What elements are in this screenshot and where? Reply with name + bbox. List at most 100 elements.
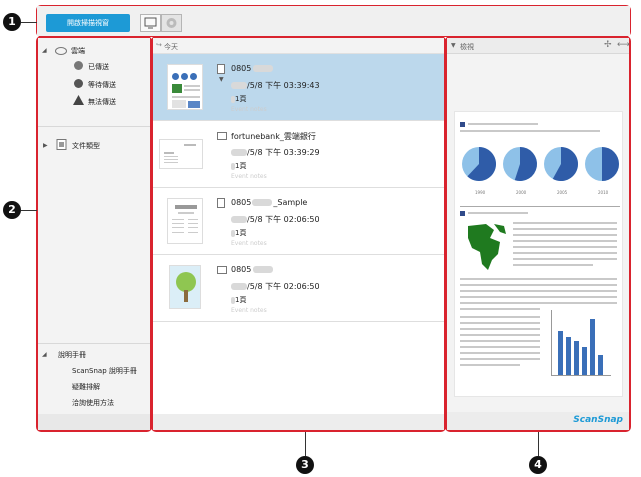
callout-3: 3 — [296, 456, 314, 474]
callout-2: 2 — [3, 201, 21, 219]
help-link-contact[interactable]: 洽詢使用方法 — [72, 398, 114, 408]
file-name: 0805 _Sample — [231, 198, 307, 207]
image-file-icon — [217, 266, 227, 274]
file-row[interactable]: 0805 /5/8 下午 02:06:50 1頁 Event notes — [153, 255, 444, 322]
file-note: Event notes — [231, 173, 267, 180]
callout-3-line — [305, 432, 306, 456]
callout-4-line — [538, 432, 539, 456]
nav-footer — [38, 414, 150, 430]
file-row[interactable]: 0805 _Sample /5/8 下午 02:06:50 1頁 Event no… — [153, 188, 444, 255]
file-thumbnail — [167, 198, 203, 244]
pdf-file-icon — [217, 198, 225, 208]
cloud-icon — [166, 18, 177, 28]
pie-label: 2005 — [557, 190, 568, 195]
page-count-text: 1頁 — [235, 296, 247, 304]
pie-slice-dark — [602, 147, 619, 181]
nav-sent[interactable]: 已傳送 — [88, 62, 109, 72]
file-thumbnail — [159, 139, 203, 169]
monitor-icon — [144, 17, 157, 29]
file-date-text: /5/8 下午 02:06:50 — [247, 282, 320, 291]
cloud-view-button[interactable] — [161, 14, 182, 32]
file-date: /5/8 下午 03:39:29 — [231, 147, 320, 158]
help-link-manual[interactable]: ScanSnap 說明手冊 — [72, 366, 137, 376]
page-count-text: 1頁 — [235, 95, 247, 103]
file-name: 0805 — [231, 265, 274, 274]
callout-1-line — [21, 22, 37, 23]
preview-title: 檢視 — [460, 43, 474, 51]
nav-cloud[interactable]: 雲端 — [71, 46, 85, 56]
file-row[interactable]: fortunebank_雲端銀行 /5/8 下午 03:39:29 1頁 Eve… — [153, 121, 444, 188]
pie-label: 2010 — [598, 190, 609, 195]
callout-1: 1 — [3, 13, 21, 31]
file-name: fortunebank_雲端銀行 — [231, 132, 316, 141]
scansnap-logo: ScanSnap — [573, 415, 623, 425]
file-date: /5/8 下午 03:39:43 — [231, 80, 320, 91]
world-map-icon — [468, 224, 506, 270]
document-types-icon — [56, 139, 67, 150]
file-note: Event notes — [231, 307, 267, 314]
file-thumbnail — [169, 265, 201, 309]
document-preview: 1990 2000 2005 2010 — [454, 111, 623, 397]
bar-chart — [551, 310, 611, 376]
list-group-header: ↪ 今天 — [153, 38, 444, 54]
pie-label: 1990 — [475, 190, 486, 195]
file-note: Event notes — [231, 106, 267, 113]
cloud-folder-icon — [55, 47, 67, 55]
file-thumbnail — [167, 64, 203, 110]
group-arrow-icon: ↪ — [156, 41, 162, 49]
file-note: Event notes — [231, 240, 267, 247]
preview-footer: ScanSnap — [447, 412, 629, 430]
status-arrow-icon: ▼ — [219, 76, 224, 83]
pie-label: 2000 — [516, 190, 527, 195]
file-name-text: 0805 — [231, 64, 252, 73]
preview-collapse-icon[interactable]: ▼ — [451, 42, 456, 49]
navigation-pane: ◢ 雲端 已傳送 等待傳送 無法傳送 ▶ 文件類型 ◢ 說明手冊 ScanSna… — [38, 38, 150, 430]
page-count: 1頁 — [231, 161, 246, 171]
pdf-file-icon — [217, 64, 225, 74]
collapse-cloud-icon[interactable]: ◢ — [42, 47, 47, 54]
page-count-text: 1頁 — [235, 162, 247, 170]
file-date-text: /5/8 下午 02:06:50 — [247, 215, 320, 224]
preview-pane: ▼ 檢視 ✢ ⟷ 1990 2000 2005 2010 ScanSnap — [447, 38, 630, 430]
file-date: /5/8 下午 02:06:50 — [231, 281, 320, 292]
sent-icon — [74, 61, 83, 70]
file-name-text: 0805 — [231, 198, 252, 207]
nav-help[interactable]: 說明手冊 — [58, 350, 86, 360]
page-count-text: 1頁 — [235, 229, 247, 237]
waiting-icon — [74, 79, 83, 88]
list-footer — [153, 414, 444, 430]
file-date-text: /5/8 下午 03:39:29 — [247, 148, 320, 157]
file-date: /5/8 下午 02:06:50 — [231, 214, 320, 225]
callout-2-line — [21, 210, 37, 211]
callout-4: 4 — [529, 456, 547, 474]
page-count: 1頁 — [231, 228, 246, 238]
help-divider — [38, 343, 150, 344]
page-count: 1頁 — [231, 295, 246, 305]
fit-icon[interactable]: ✢ — [604, 40, 612, 50]
local-view-button[interactable] — [140, 14, 161, 32]
pie-charts — [462, 147, 619, 181]
file-name-text: 0805 — [231, 265, 252, 274]
file-name-suffix: _Sample — [273, 198, 308, 207]
page-count: 1頁 — [231, 94, 246, 104]
open-scan-window-button[interactable]: 開啟掃描視窗 — [46, 14, 130, 32]
collapse-help-icon[interactable]: ◢ — [42, 351, 47, 358]
file-list-pane: ↪ 今天 ▼ 0805 /5/8 下午 03:39:43 1頁 Event no… — [153, 38, 444, 430]
file-row[interactable]: ▼ 0805 /5/8 下午 03:39:43 1頁 Event notes — [153, 54, 444, 121]
expand-doc-types-icon[interactable]: ▶ — [43, 142, 48, 149]
view-toggle — [140, 14, 184, 32]
file-date-text: /5/8 下午 03:39:43 — [247, 81, 320, 90]
help-link-troubleshooting[interactable]: 疑難排解 — [72, 382, 100, 392]
card-file-icon — [217, 132, 227, 140]
nav-document-types[interactable]: 文件類型 — [72, 141, 100, 151]
map-image — [464, 220, 509, 272]
toolbar: 開啟掃描視窗 — [37, 6, 630, 36]
file-name: 0805 — [231, 64, 274, 73]
nav-failed[interactable]: 無法傳送 — [88, 97, 116, 107]
preview-header: ▼ 檢視 ✢ ⟷ — [447, 38, 630, 54]
list-group-label: 今天 — [164, 43, 178, 51]
nav-divider — [38, 126, 150, 127]
zoom-icon[interactable]: ⟷ — [617, 40, 630, 50]
nav-waiting[interactable]: 等待傳送 — [88, 80, 116, 90]
warning-icon — [73, 95, 84, 105]
